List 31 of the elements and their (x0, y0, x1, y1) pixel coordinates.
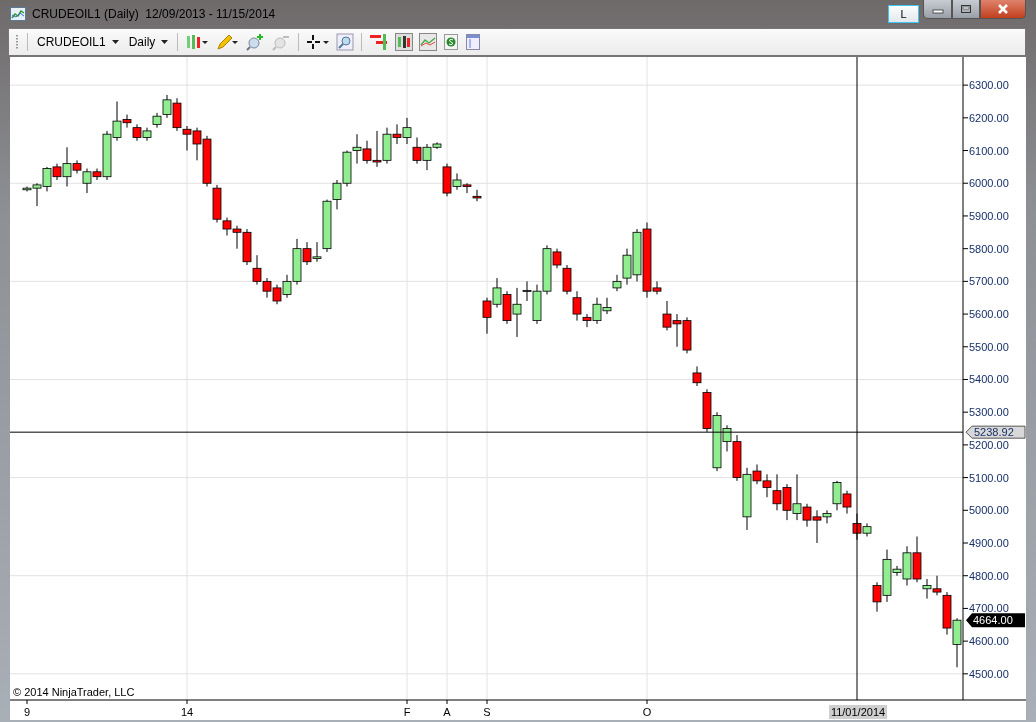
axis-label: 5200.00 (969, 438, 1009, 451)
crosshair-date-label: 11/01/2014 (829, 705, 887, 719)
axis-label: 4800.00 (969, 569, 1009, 582)
axis-label: 4900.00 (969, 537, 1009, 549)
axis-label: 14 (180, 706, 194, 718)
axis-label: 5800.00 (969, 242, 1009, 255)
axis-label: 5000.00 (969, 504, 1009, 517)
axis-label: 9 (23, 706, 31, 718)
axis-label: 5100.00 (969, 471, 1009, 484)
ref-line-label: 5238.92 (974, 426, 1014, 439)
axis-label: 4500.00 (969, 667, 1009, 680)
axis-label: 5400.00 (969, 373, 1009, 386)
axis-label: 6000.00 (969, 177, 1009, 190)
axis-label: 5700.00 (969, 275, 1009, 288)
axis-label: 5500.00 (969, 340, 1009, 353)
axis-label: 4700.00 (969, 602, 1009, 615)
axis-label: 5600.00 (969, 308, 1009, 321)
axis-label: O (642, 706, 652, 718)
axis-label: 5300.00 (969, 406, 1009, 419)
window-title: CRUDEOIL1 (Daily) 12/09/2013 - 11/15/2014 (32, 6, 276, 21)
axis-label: 6300.00 (969, 79, 1009, 92)
axis-label: 6200.00 (969, 111, 1009, 124)
axis-label: 4600.00 (969, 635, 1009, 648)
axis-label: 6100.00 (969, 144, 1009, 157)
last-price-label: 4664.00 (966, 613, 1025, 628)
axis-label: S (483, 706, 491, 718)
axis-label: A (443, 706, 451, 718)
crosshair-price-label: 5238.92 (965, 425, 1026, 439)
axis-label: F (403, 706, 411, 718)
axis-label: 5900.00 (969, 209, 1009, 222)
copyright-text: © 2014 NinjaTrader, LLC (13, 686, 135, 698)
